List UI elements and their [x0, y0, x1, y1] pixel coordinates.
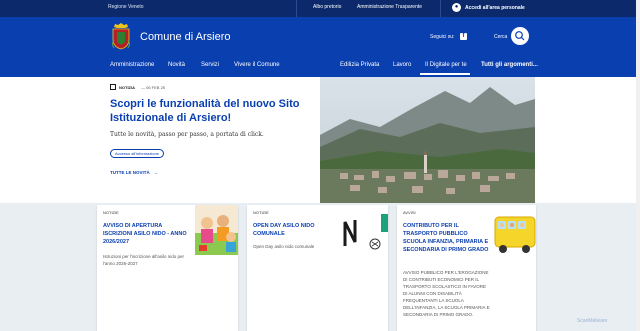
- card-title[interactable]: CONTRIBUTO PER IL TRASPORTO PUBBLICO SCU…: [403, 222, 491, 254]
- news-card[interactable]: NOTIZIE OPEN DAY ASILO NIDO COMUNALE Ope…: [247, 205, 388, 331]
- card-image: [195, 205, 238, 255]
- nav-digitale[interactable]: Il Digitale per te: [425, 62, 467, 68]
- top-bar: Regione Veneto Albo pretorio Amministraz…: [0, 0, 640, 17]
- albo-pretorio-link[interactable]: Albo pretorio: [313, 4, 341, 10]
- facebook-icon[interactable]: f: [460, 33, 467, 40]
- news-card[interactable]: AVVISI CONTRIBUTO PER IL TRASPORTO PUBBL…: [397, 205, 536, 331]
- all-news-link[interactable]: TUTTE LE NOVITÀ →: [110, 170, 158, 175]
- amministrazione-trasparente-link[interactable]: Amministrazione Trasparente: [357, 4, 422, 10]
- login-button[interactable]: ● Accedi all'area personale: [452, 3, 525, 12]
- card-category: AVVISI: [403, 210, 416, 215]
- divider: [440, 0, 441, 17]
- watermark-logo: ScanMalware: [577, 318, 608, 324]
- card-title[interactable]: AVVISO DI APERTURA ISCRIZIONI ASILO NIDO…: [103, 222, 191, 246]
- nav-tutti-argomenti[interactable]: Tutti gli argomenti...: [481, 62, 538, 68]
- coat-of-arms-icon[interactable]: [110, 22, 132, 50]
- card-category: NOTIZIE: [103, 210, 119, 215]
- arrow-right-icon: →: [153, 170, 159, 175]
- nav-edilizia-privata[interactable]: Edilizia Privata: [340, 62, 379, 68]
- search-icon: [515, 31, 525, 41]
- card-description: Istruzioni per l'iscrizione all'asilo ni…: [103, 254, 185, 266]
- card-image: [341, 210, 388, 255]
- nav-active-indicator: [420, 73, 470, 75]
- hero-image: [320, 77, 535, 203]
- hero-title[interactable]: Scopri le funzionalità del nuovo Sito Is…: [110, 97, 310, 125]
- all-news-label: TUTTE LE NOVITÀ: [110, 170, 150, 175]
- card-description: AVVISO PUBBLICO PER L'EROGAZIONE DI CONT…: [403, 270, 490, 317]
- hero-category: NOTIZIA: [119, 84, 135, 90]
- hero-meta: NOTIZIA — 06 FEB 25: [110, 84, 165, 90]
- topic-tag[interactable]: Accesso all'informazione: [110, 149, 164, 158]
- login-label: Accedi all'area personale: [465, 4, 525, 11]
- scrollbar[interactable]: [636, 0, 640, 331]
- card-description: Open Day asilo nido comunale: [253, 244, 315, 249]
- search-label: Cerca: [494, 34, 508, 40]
- site-title[interactable]: Comune di Arsiero: [140, 31, 231, 43]
- calendar-icon: [110, 84, 116, 90]
- card-title[interactable]: OPEN DAY ASILO NIDO COMUNALE: [253, 222, 333, 238]
- hero-date: — 06 FEB 25: [141, 84, 166, 90]
- user-icon: ●: [452, 3, 461, 12]
- card-image: [493, 207, 536, 263]
- card-category: NOTIZIE: [253, 210, 269, 215]
- follow-label: Seguici su:: [430, 34, 455, 40]
- nav-servizi[interactable]: Servizi: [201, 62, 219, 68]
- header: Comune di Arsiero Seguici su: f Cerca: [0, 17, 640, 77]
- divider: [296, 0, 297, 17]
- hero-subtitle: Tutte le novità, passo per passo, a port…: [110, 131, 264, 138]
- region-link[interactable]: Regione Veneto: [108, 4, 144, 10]
- nav-lavoro[interactable]: Lavoro: [393, 62, 411, 68]
- hero-panel: [0, 77, 320, 203]
- nav-novita[interactable]: Novità: [168, 62, 185, 68]
- nav-amministrazione[interactable]: Amministrazione: [110, 62, 154, 68]
- nav-vivere-il-comune[interactable]: Vivere il Comune: [234, 62, 280, 68]
- news-card[interactable]: NOTIZIE AVVISO DI APERTURA ISCRIZIONI AS…: [97, 205, 238, 331]
- search-button[interactable]: [511, 27, 529, 45]
